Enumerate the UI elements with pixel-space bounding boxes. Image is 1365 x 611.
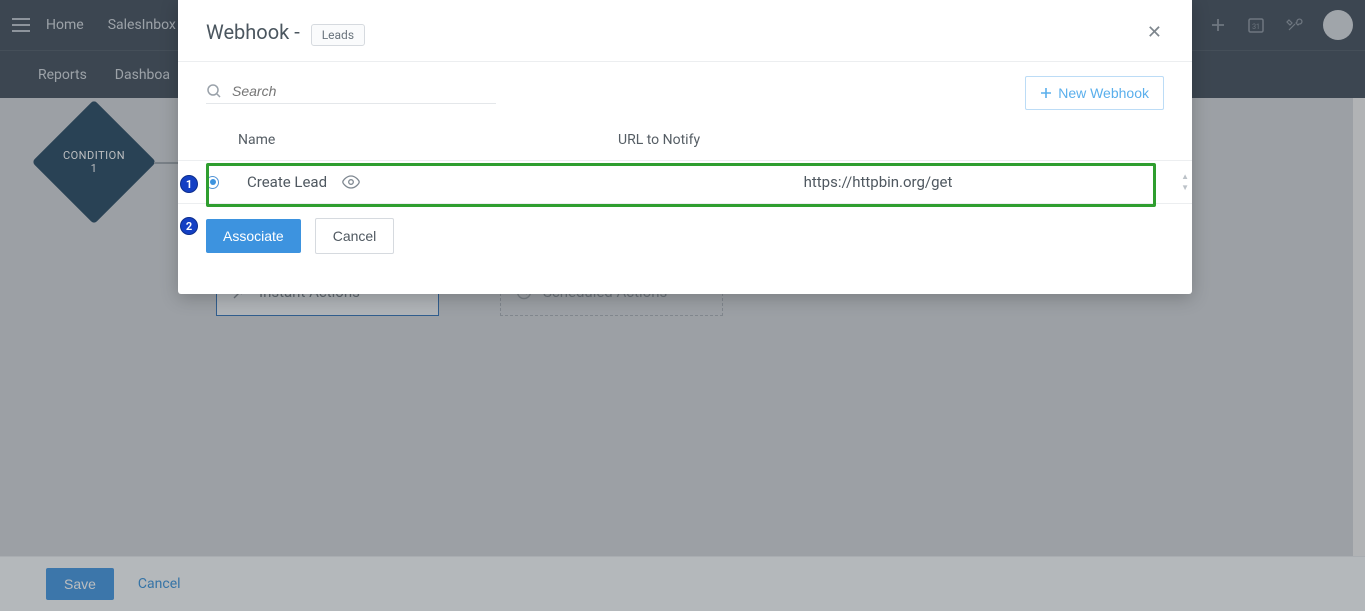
modal-header: Webhook - Leads ✕ bbox=[178, 0, 1192, 62]
module-pill[interactable]: Leads bbox=[311, 24, 365, 46]
modal-toolbar: New Webhook bbox=[178, 62, 1192, 122]
webhook-modal: Webhook - Leads ✕ New Webhook Name URL t… bbox=[178, 0, 1192, 294]
step-badge-1: 1 bbox=[180, 175, 198, 193]
table-header: Name URL to Notify bbox=[178, 122, 1192, 161]
eye-icon[interactable] bbox=[341, 175, 361, 189]
scroll-indicator: ▲▼ bbox=[1181, 172, 1189, 192]
new-webhook-label: New Webhook bbox=[1058, 85, 1149, 101]
associate-button[interactable]: Associate bbox=[206, 219, 301, 253]
plus-icon bbox=[1040, 87, 1052, 99]
modal-footer: 2 Associate Cancel bbox=[178, 204, 1192, 268]
modal-title: Webhook - bbox=[206, 20, 305, 44]
row-url: https://httpbin.org/get bbox=[592, 173, 1164, 191]
row-radio[interactable] bbox=[206, 176, 219, 189]
search-icon bbox=[206, 83, 222, 99]
step-badge-2: 2 bbox=[180, 217, 198, 235]
col-name: Name bbox=[238, 132, 618, 148]
cancel-button[interactable]: Cancel bbox=[315, 218, 395, 254]
new-webhook-button[interactable]: New Webhook bbox=[1025, 76, 1164, 110]
close-icon[interactable]: ✕ bbox=[1139, 18, 1170, 47]
col-url: URL to Notify bbox=[618, 132, 1164, 148]
table-row[interactable]: Create Lead https://httpbin.org/get ▲▼ bbox=[178, 161, 1192, 204]
row-name: Create Lead bbox=[247, 173, 327, 191]
search-input[interactable] bbox=[232, 83, 472, 99]
